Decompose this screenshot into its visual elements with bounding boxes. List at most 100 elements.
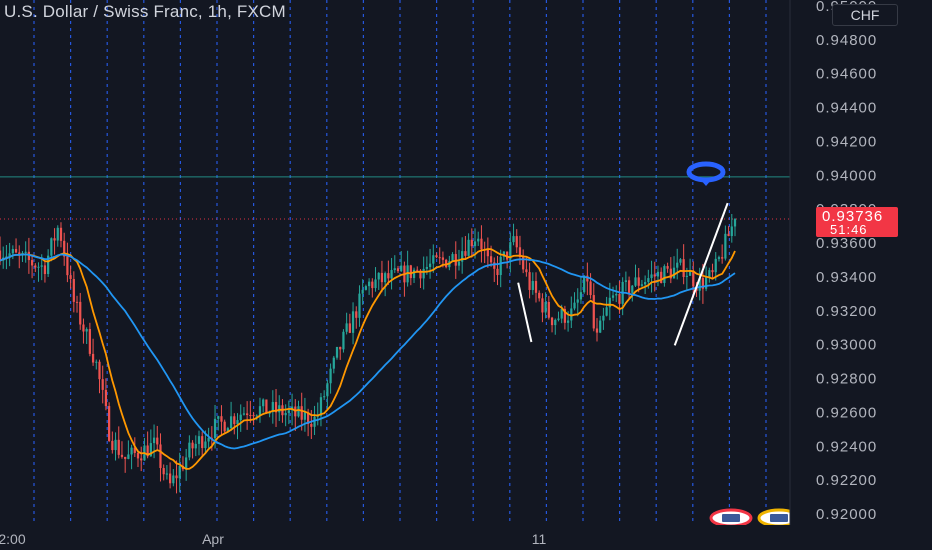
candle-body[interactable] (358, 293, 361, 318)
candle-body[interactable] (451, 254, 454, 262)
candle-body[interactable] (364, 286, 368, 290)
candle-body[interactable] (656, 271, 660, 277)
candle-body[interactable] (162, 468, 165, 475)
candle-body[interactable] (278, 405, 281, 413)
candle-body[interactable] (313, 416, 316, 427)
candle-body[interactable] (101, 379, 104, 390)
candle-body[interactable] (541, 298, 544, 313)
candle-body[interactable] (644, 282, 647, 285)
candle-body[interactable] (608, 297, 611, 308)
candle-body[interactable] (79, 301, 82, 325)
candle-body[interactable] (85, 329, 88, 332)
candle-body[interactable] (335, 346, 339, 358)
candle-body[interactable] (714, 258, 717, 273)
candle-body[interactable] (361, 289, 364, 294)
candle-body[interactable] (409, 265, 412, 279)
candle-body[interactable] (441, 257, 445, 260)
candle-body[interactable] (512, 236, 515, 243)
candle-body[interactable] (589, 281, 592, 296)
candle-body[interactable] (217, 416, 220, 419)
candle-body[interactable] (566, 320, 570, 323)
candle-body[interactable] (233, 416, 236, 425)
candle-body[interactable] (165, 473, 169, 475)
candle-body[interactable] (438, 257, 441, 259)
price-axis[interactable]: 0.950000.948000.946000.944000.942000.940… (789, 0, 932, 550)
candle-body[interactable] (114, 439, 117, 451)
candle-body[interactable] (531, 281, 534, 290)
candle-body[interactable] (692, 270, 695, 287)
candle-body[interactable] (108, 406, 111, 441)
candle-body[interactable] (124, 456, 127, 459)
candle-body[interactable] (332, 357, 335, 369)
candle-body[interactable] (547, 302, 550, 318)
candle-body[interactable] (310, 423, 313, 427)
candle-body[interactable] (602, 315, 605, 321)
candle-body[interactable] (380, 272, 384, 283)
candle-body[interactable] (618, 293, 621, 304)
candle-body[interactable] (351, 311, 355, 333)
candle-body[interactable] (75, 301, 79, 303)
candle-body[interactable] (733, 219, 737, 227)
candle-body[interactable] (178, 466, 181, 479)
candle-body[interactable] (534, 281, 538, 293)
candle-body[interactable] (11, 249, 14, 254)
candle-body[interactable] (676, 262, 679, 268)
candle-body[interactable] (730, 226, 733, 237)
candle-body[interactable] (679, 259, 682, 263)
candle-body[interactable] (14, 249, 18, 253)
candle-body[interactable] (538, 292, 541, 299)
candle-body[interactable] (194, 443, 197, 449)
candle-body[interactable] (188, 442, 191, 458)
candle-body[interactable] (579, 292, 583, 300)
candle-body[interactable] (258, 406, 262, 416)
candle-body[interactable] (557, 318, 560, 320)
candle-body[interactable] (615, 293, 618, 296)
candle-body[interactable] (422, 268, 425, 279)
candle-body[interactable] (117, 439, 120, 455)
candle-body[interactable] (168, 473, 172, 484)
candle-body[interactable] (496, 268, 499, 276)
candle-body[interactable] (66, 256, 69, 276)
candle-body[interactable] (185, 457, 188, 470)
candle-body[interactable] (685, 275, 688, 277)
candle-body[interactable] (355, 311, 358, 318)
candle-body[interactable] (53, 238, 56, 241)
candle-body[interactable] (650, 274, 653, 279)
candle-body[interactable] (69, 275, 72, 279)
pin-ring[interactable] (686, 161, 726, 183)
candle-body[interactable] (111, 440, 114, 451)
candle-body[interactable] (207, 437, 210, 442)
candle-body[interactable] (367, 281, 371, 287)
candle-body[interactable] (425, 267, 428, 269)
candle-body[interactable] (120, 454, 124, 457)
candle-body[interactable] (197, 436, 201, 444)
candle-body[interactable] (435, 255, 438, 258)
candle-body[interactable] (98, 361, 101, 380)
candle-body[interactable] (91, 353, 95, 363)
candle-body[interactable] (319, 397, 323, 416)
candle-body[interactable] (631, 285, 634, 293)
candle-body[interactable] (242, 413, 246, 415)
candle-body[interactable] (0, 250, 2, 261)
candle-body[interactable] (40, 265, 43, 267)
candle-body[interactable] (204, 441, 207, 449)
candle-body[interactable] (127, 454, 130, 459)
candle-body[interactable] (396, 268, 400, 272)
candle-body[interactable] (265, 399, 268, 414)
candle-body[interactable] (493, 262, 496, 269)
currency-badge[interactable]: CHF (832, 4, 898, 26)
candle-body[interactable] (236, 420, 239, 425)
candle-body[interactable] (249, 415, 252, 417)
candle-body[interactable] (300, 406, 303, 420)
candle-body[interactable] (663, 266, 666, 283)
candle-body[interactable] (191, 442, 194, 449)
candle-body[interactable] (213, 418, 217, 439)
candle-body[interactable] (239, 414, 242, 421)
candle-body[interactable] (560, 308, 563, 319)
candle-body[interactable] (371, 281, 374, 289)
candle-body[interactable] (457, 261, 461, 266)
candle-body[interactable] (345, 323, 348, 332)
candle-body[interactable] (220, 416, 223, 422)
candle-body[interactable] (432, 255, 435, 264)
candle-body[interactable] (384, 273, 387, 283)
